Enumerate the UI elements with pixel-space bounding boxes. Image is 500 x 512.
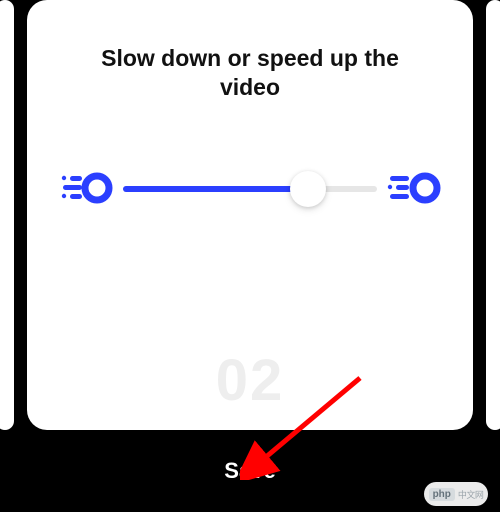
speed-slider-area: [27, 158, 473, 238]
slider-thumb[interactable]: [290, 171, 326, 207]
step-number: 02: [27, 347, 473, 414]
slider-fill: [123, 186, 308, 192]
adjacent-card-right: [486, 0, 500, 430]
watermark-badge: php 中文网: [424, 482, 488, 506]
adjacent-card-left: [0, 0, 14, 430]
speed-slider[interactable]: [123, 186, 377, 192]
fast-speed-icon: [387, 168, 441, 208]
slow-speed-icon: [59, 168, 113, 208]
onboarding-card: Slow down or speed up the video: [27, 0, 473, 430]
watermark-suffix: 中文网: [458, 488, 484, 501]
card-title: Slow down or speed up the video: [90, 44, 410, 103]
watermark-brand: php: [429, 488, 455, 501]
save-button[interactable]: Save: [224, 458, 275, 484]
